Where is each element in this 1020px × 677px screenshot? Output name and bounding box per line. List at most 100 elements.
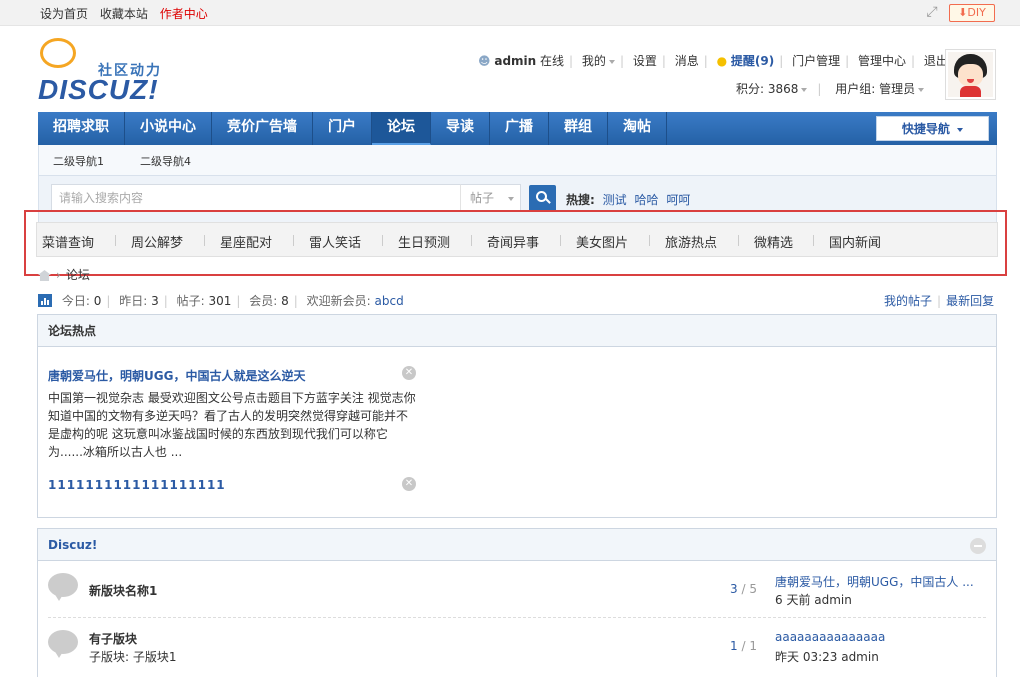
mine-menu[interactable]: 我的	[582, 54, 615, 68]
user-info: 积分: 3868 | 用户组: 管理员	[736, 80, 925, 97]
portal-admin-link[interactable]: 门户管理	[792, 54, 840, 68]
top-links: 设为首页 收藏本站 作者中心	[40, 5, 216, 22]
today-label: 今日:	[61, 294, 90, 308]
points-label: 积分: 3868	[736, 82, 799, 96]
main-nav: 招聘求职 小说中心 竞价广告墙 门户 论坛 导读 广播 群组 淘帖 快捷导航	[38, 112, 997, 145]
posts-label: 帖子:	[176, 294, 205, 308]
user-bar: ☻ admin 在线 | 我的 | 设置 | 消息 | ● 提醒(9) | 门户管理 | 管…	[478, 54, 948, 68]
collapse-icon[interactable]	[970, 538, 986, 554]
subnav-item-1[interactable]: 二级导航1	[53, 153, 104, 169]
chevron-down-icon	[608, 59, 615, 64]
forum-icon[interactable]	[48, 573, 80, 603]
chevron-down-icon	[957, 127, 964, 132]
nav-item[interactable]: 竞价广告墙	[212, 112, 313, 145]
hot-search-label: 热搜:	[566, 193, 595, 207]
subnav-item-4[interactable]: 二级导航4	[140, 153, 191, 169]
hot-search: 热搜: 测试 哈哈 呵呵	[566, 191, 690, 208]
yesterday-label: 昨日:	[119, 294, 148, 308]
subforum-list[interactable]: 子版块: 子版块1	[89, 648, 177, 665]
forum-category-box: Discuz! 新版块名称1 3 / 5 唐朝爱马仕，明朝UGG，中国古人 ..…	[37, 528, 997, 677]
forum-stats: 今日: 0 | 昨日: 3 | 帖子: 301 | 会员: 8 | 欢迎新会员: abc…	[38, 292, 404, 309]
close-icon[interactable]: ✕	[402, 366, 416, 380]
posts-value: 301	[208, 294, 232, 308]
points-menu[interactable]: 积分: 3868	[736, 82, 808, 96]
forum-counts: 1 / 1	[730, 639, 757, 653]
chevron-down-icon	[918, 87, 925, 92]
avatar[interactable]	[945, 49, 996, 100]
diy-label: DIY	[967, 6, 986, 19]
diy-button[interactable]: ⬇DIY	[949, 4, 995, 22]
nav-item[interactable]: 门户	[313, 112, 372, 145]
search-type-label: 帖子	[470, 191, 495, 205]
post-links: 我的帖子 | 最新回复	[884, 294, 995, 308]
nav-item[interactable]: 淘帖	[608, 112, 667, 145]
breadcrumb-current[interactable]: 论坛	[66, 268, 90, 282]
last-post-link[interactable]: 唐朝爱马仕，明朝UGG，中国古人 ...	[775, 573, 974, 590]
hot-thread-title[interactable]: 唐朝爱马仕，明朝UGG，中国古人就是这么逆天	[48, 367, 305, 384]
sub-nav: 二级导航1 二级导航4	[38, 145, 997, 176]
search-button[interactable]	[529, 185, 556, 212]
chart-icon	[38, 294, 52, 307]
last-post-meta: 6 天前 admin	[775, 593, 852, 607]
fullscreen-icon[interactable]: ⤢	[924, 4, 940, 20]
nav-item[interactable]: 广播	[490, 112, 549, 145]
remind-link[interactable]: 提醒(9)	[731, 54, 774, 68]
messages-link[interactable]: 消息	[675, 54, 699, 68]
mine-label: 我的	[581, 54, 606, 68]
new-member-link[interactable]: abcd	[375, 294, 404, 308]
author-center-link[interactable]: 作者中心	[160, 7, 208, 21]
home-icon[interactable]	[38, 270, 51, 281]
hot-threads-title: 论坛热点	[38, 315, 996, 347]
usergroup-menu[interactable]: 用户组: 管理员	[835, 82, 925, 96]
nav-item[interactable]: 导读	[431, 112, 490, 145]
members-label: 会员:	[249, 294, 278, 308]
forum-name[interactable]: 新版块名称1	[89, 582, 157, 599]
new-member-label: 欢迎新会员:	[306, 294, 371, 308]
nav-item[interactable]: 论坛	[372, 112, 431, 145]
search-type-select[interactable]: 帖子	[460, 184, 521, 212]
chevron-down-icon	[801, 87, 808, 92]
bookmark-link[interactable]: 收藏本站	[100, 7, 148, 21]
post-count: 1	[749, 639, 757, 653]
close-icon[interactable]: ✕	[402, 477, 416, 491]
set-home-link[interactable]: 设为首页	[40, 7, 88, 21]
my-posts-link[interactable]: 我的帖子	[884, 294, 932, 308]
online-status: 在线	[540, 54, 565, 68]
nav-item[interactable]: 招聘求职	[38, 112, 125, 145]
breadcrumb: › 论坛	[38, 266, 90, 283]
hot-keyword[interactable]: 测试	[603, 193, 627, 207]
usergroup-label: 用户组: 管理员	[835, 82, 916, 96]
admin-center-link[interactable]: 管理中心	[858, 54, 906, 68]
forum-icon[interactable]	[48, 630, 80, 660]
logo-bubble-icon	[40, 38, 76, 68]
quick-nav-button[interactable]: 快捷导航	[876, 116, 989, 141]
thread-count: 3	[730, 582, 738, 596]
hot-thread-title[interactable]: 1111111111111111111	[48, 478, 226, 492]
settings-link[interactable]: 设置	[633, 54, 657, 68]
username-link[interactable]: admin	[494, 54, 536, 68]
nav-item[interactable]: 群组	[549, 112, 608, 145]
avatar-image	[948, 52, 993, 97]
hot-keyword[interactable]: 哈哈	[634, 193, 658, 207]
last-post-link[interactable]: aaaaaaaaaaaaaaa	[775, 630, 885, 644]
members-value: 8	[281, 294, 289, 308]
site-logo[interactable]: 社区动力 DISCUZ!	[38, 38, 168, 105]
search-input[interactable]: 请输入搜索内容	[51, 184, 461, 212]
chevron-down-icon	[508, 196, 515, 201]
thread-count: 1	[730, 639, 738, 653]
top-bar: 设为首页 收藏本站 作者中心 ⤢ ⬇DIY	[0, 0, 1020, 26]
quick-nav-label: 快捷导航	[901, 122, 950, 136]
nav-item[interactable]: 小说中心	[125, 112, 212, 145]
forum-name[interactable]: 有子版块	[89, 630, 137, 647]
forum-category-title[interactable]: Discuz!	[38, 529, 996, 561]
row-divider	[48, 617, 986, 618]
last-post-meta: 昨天 03:23 admin	[775, 650, 879, 664]
hot-threads-box: 论坛热点 唐朝爱马仕，明朝UGG，中国古人就是这么逆天 ✕ 中国第一视觉杂志 最…	[37, 314, 997, 518]
logo-text: DISCUZ!	[38, 74, 159, 105]
hot-keyword[interactable]: 呵呵	[666, 193, 690, 207]
bulb-icon: ●	[716, 54, 728, 68]
yesterday-value: 3	[151, 294, 159, 308]
nav-items: 招聘求职 小说中心 竞价广告墙 门户 论坛 导读 广播 群组 淘帖	[38, 112, 667, 145]
latest-replies-link[interactable]: 最新回复	[946, 294, 994, 308]
forum-counts: 3 / 5	[730, 582, 757, 596]
